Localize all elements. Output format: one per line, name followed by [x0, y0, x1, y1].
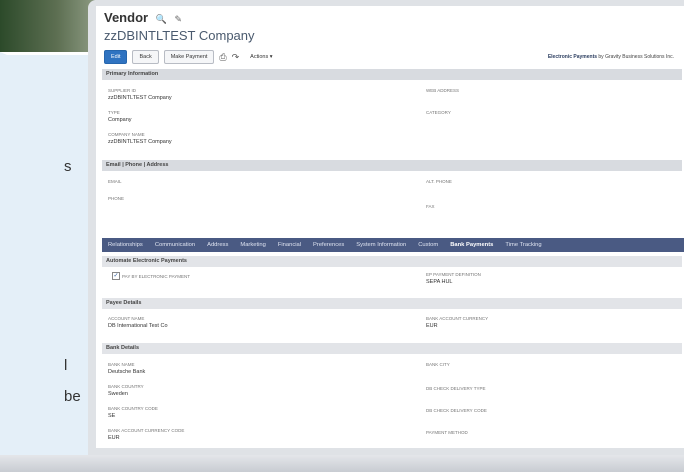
field-value: EUR — [426, 323, 438, 329]
blue-panel — [0, 55, 100, 472]
search-icon[interactable]: 🔍 — [156, 14, 167, 24]
field-label: BANK ACCOUNT CURRENCY — [426, 316, 489, 321]
tab-time-tracking[interactable]: Time Tracking — [499, 238, 547, 252]
ep-brand-suffix: by Gravity Business Solutions Inc. — [598, 54, 674, 60]
field-label: COMPANY NAME — [108, 132, 145, 137]
actions-menu[interactable]: Actions ▾ — [244, 51, 278, 63]
laptop-base — [0, 455, 684, 472]
tab-communication[interactable]: Communication — [149, 238, 201, 252]
field-label: BANK NAME — [108, 362, 135, 367]
tab-system-information[interactable]: System Information — [350, 238, 412, 252]
field-value: Sweden — [108, 391, 128, 397]
field-label: ACCOUNT NAME — [108, 316, 145, 321]
cut-text-fragment: s — [64, 158, 72, 175]
tab-preferences[interactable]: Preferences — [307, 238, 350, 252]
field-value: Company — [108, 117, 132, 123]
payee-details-header[interactable]: Payee Details — [102, 298, 682, 309]
field-label: WEB ADDRESS — [426, 88, 460, 93]
field-value: EUR — [108, 435, 120, 441]
field-label: PHONE — [108, 196, 125, 201]
make-payment-button[interactable]: Make Payment — [163, 50, 215, 64]
field-value: SEPA HUL — [426, 279, 453, 285]
field-label: CATEGORY — [426, 110, 451, 115]
field-label: EMAIL — [108, 179, 122, 184]
ep-brand-prefix: Electronic Payments — [547, 54, 598, 60]
record-type: Vendor — [104, 10, 149, 25]
field-label: DB CHECK DELIVERY CODE — [426, 408, 487, 413]
field-label: BANK CITY — [426, 362, 450, 367]
field-label: BANK ACCOUNT CURRENCY CODE — [108, 428, 185, 433]
ep-checkbox[interactable]: ✓ — [112, 272, 120, 280]
tab-financial[interactable]: Financial — [272, 238, 307, 252]
field-label: DB CHECK DELIVERY TYPE — [426, 386, 486, 391]
tab-address[interactable]: Address — [201, 238, 234, 252]
tab-marketing[interactable]: Marketing — [234, 238, 271, 252]
cut-text-fragment: be — [64, 388, 81, 405]
field-value: SE — [108, 413, 116, 419]
subtab-bar: Relationships Communication Address Mark… — [102, 238, 684, 252]
ep-branding: Electronic Payments by Gravity Business … — [548, 54, 674, 60]
field-label: ALT. PHONE — [426, 179, 452, 184]
field-label: TYPE — [108, 110, 120, 115]
tab-bank-payments[interactable]: Bank Payments — [444, 238, 499, 252]
app-screen: Vendor 🔍 ✎ zzDBINTLTEST Company Edit Bac… — [96, 6, 684, 448]
ep-checkbox-label: PAY BY ELECTRONIC PAYMENT — [122, 274, 191, 279]
field-label: BANK COUNTRY CODE — [108, 406, 158, 411]
tab-custom[interactable]: Custom — [412, 238, 444, 252]
field-value: zzDBINTLTEST Company — [108, 95, 172, 101]
field-label: EP PAYMENT DEFINITION — [426, 272, 481, 277]
edit-button[interactable]: Edit — [104, 50, 128, 64]
edit-icon[interactable]: ✎ — [175, 14, 183, 24]
field-value: zzDBINTLTEST Company — [108, 139, 172, 145]
field-label: PAYMENT METHOD — [426, 430, 468, 435]
field-label: FAX — [426, 204, 435, 209]
share-icon[interactable]: ↷ — [232, 52, 240, 63]
auto-payments-header[interactable]: Automate Electronic Payments — [102, 256, 682, 267]
field-value: Deutsche Bank — [108, 369, 146, 375]
primary-info-header[interactable]: Primary Information — [102, 69, 682, 80]
contact-header[interactable]: Email | Phone | Address — [102, 160, 682, 171]
print-icon[interactable]: ⎙ — [219, 52, 226, 63]
background-photo — [0, 0, 95, 52]
tab-relationships[interactable]: Relationships — [102, 238, 149, 252]
cut-text-fragment: l — [64, 357, 68, 374]
field-value: DB International Test Co — [108, 323, 168, 329]
bank-details-header[interactable]: Bank Details — [102, 343, 682, 354]
field-label: SUPPLIER ID — [108, 88, 137, 93]
company-name: zzDBINTLTEST Company — [104, 28, 255, 43]
record-title: Vendor 🔍 ✎ — [104, 10, 182, 25]
field-label: BANK COUNTRY — [108, 384, 144, 389]
toolbar: Edit Back Make Payment ⎙ ↷ Actions ▾ — [104, 50, 278, 64]
back-button[interactable]: Back — [132, 50, 159, 64]
